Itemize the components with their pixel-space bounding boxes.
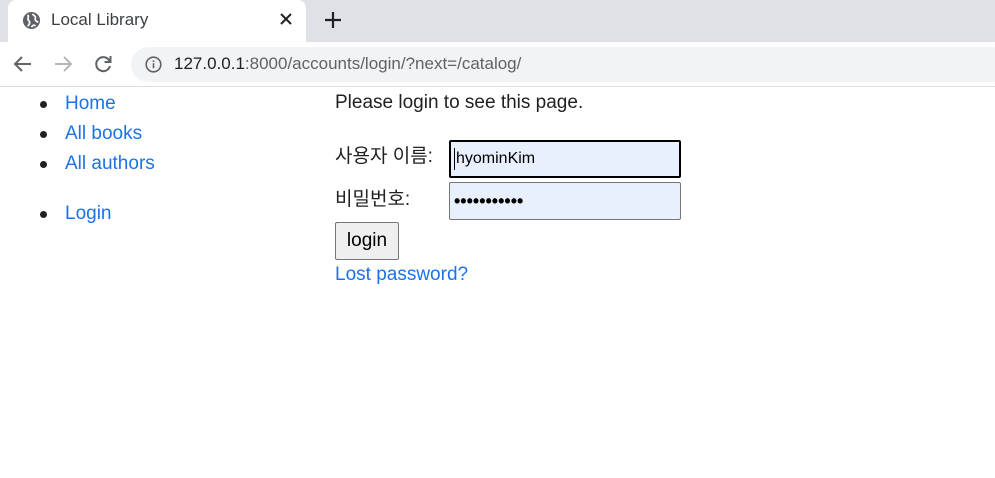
globe-icon [22,11,41,30]
url-host: 127.0.0.1 [174,54,245,73]
back-arrow-icon[interactable] [12,53,34,75]
login-notice: Please login to see this page. [335,92,584,113]
reload-icon[interactable] [92,53,114,75]
username-label: 사용자 이름: [335,146,433,167]
plus-icon[interactable] [322,9,344,31]
all-books-link[interactable]: All books [65,119,142,149]
lost-password-link[interactable]: Lost password? [335,264,468,286]
username-input[interactable]: hyominKim [449,140,681,178]
list-bullet [40,161,47,168]
browser-toolbar: 127.0.0.1:8000/accounts/login/?next=/cat… [0,42,995,87]
list-bullet [40,131,47,138]
tab-strip: Local Library [0,0,995,42]
list-bullet [40,211,47,218]
tab-title: Local Library [51,10,149,29]
page-body: Home All books All authors Login Please … [0,88,995,478]
login-link[interactable]: Login [65,199,112,229]
login-button[interactable]: login [335,222,399,260]
password-value: ••••••••••• [454,191,524,211]
info-icon[interactable] [145,56,162,73]
password-input[interactable]: ••••••••••• [449,182,681,220]
close-icon[interactable] [278,11,294,27]
url-text: 127.0.0.1:8000/accounts/login/?next=/cat… [174,54,521,74]
password-label: 비밀번호: [335,189,411,210]
active-tab[interactable]: Local Library [8,0,306,42]
list-bullet [40,101,47,108]
username-value: hyominKim [456,150,536,167]
text-caret [454,147,455,170]
home-link[interactable]: Home [65,89,116,119]
all-authors-link[interactable]: All authors [65,149,155,179]
url-path: :8000/accounts/login/?next=/catalog/ [244,54,522,73]
address-bar[interactable]: 127.0.0.1:8000/accounts/login/?next=/cat… [131,47,995,82]
forward-arrow-icon[interactable] [52,53,74,75]
